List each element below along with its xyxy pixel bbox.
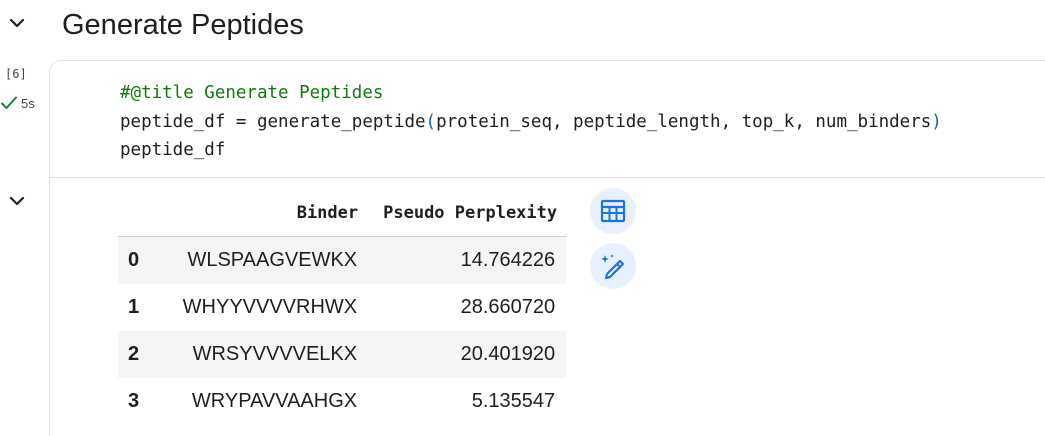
binder-cell: WHYYVVVVRHWX <box>182 296 358 318</box>
perplexity-cell: 28.660720 <box>460 296 556 318</box>
magic-pen-icon <box>601 254 625 280</box>
binder-cell: WLSPAAGVEWKX <box>159 236 369 284</box>
convert-to-interactive-table-button[interactable] <box>590 188 636 234</box>
perplexity-cell: 14.764226 <box>368 236 567 284</box>
perplexity-cell: 20.401920 <box>368 331 567 378</box>
chevron-down-icon <box>9 18 25 28</box>
code-line-call: peptide_df = generate_peptide(protein_se… <box>120 112 942 132</box>
code-paren-open: ( <box>425 111 437 132</box>
table-row: 1 WHYYVVVVRHWX 28.660720 <box>118 284 566 331</box>
column-header-binder: Binder <box>159 190 369 237</box>
perplexity-cell: 5.135547 <box>471 390 556 412</box>
section-collapse-toggle[interactable] <box>6 12 28 34</box>
code-paren-close: ) <box>931 111 942 132</box>
code-line-title: #@title Generate Peptides <box>120 83 384 103</box>
execution-count: [6] <box>5 67 27 81</box>
execution-time: 5s <box>21 95 35 111</box>
table-row: 3 WRYPAVVAAHGX 5.135547 <box>118 378 566 425</box>
row-index: 0 <box>118 236 160 284</box>
table-icon <box>600 199 626 223</box>
code-cell[interactable]: #@title Generate Peptides peptide_df = g… <box>49 60 1045 178</box>
row-index: 1 <box>128 296 140 318</box>
column-header-pseudo-perplexity: Pseudo Perplexity <box>368 190 567 237</box>
chevron-down-icon <box>9 196 25 206</box>
execution-status[interactable]: 5s <box>0 95 35 111</box>
code-line-output: peptide_df <box>120 140 226 160</box>
row-index: 2 <box>118 331 160 378</box>
table-row: 2 WRSYVVVVELKX 20.401920 <box>118 331 567 378</box>
output-collapse-toggle[interactable] <box>6 190 28 212</box>
dataframe-table: Binder Pseudo Perplexity 0 WLSPAAGVEWKX … <box>118 190 567 425</box>
code-call-args: protein_seq, peptide_length, top_k, num_… <box>436 111 932 132</box>
code-call-target: peptide_df = generate_peptide <box>120 111 426 132</box>
code-editor[interactable]: #@title Generate Peptides peptide_df = g… <box>120 79 942 165</box>
section-title: Generate Peptides <box>62 9 304 41</box>
row-index: 3 <box>128 390 140 412</box>
suggest-charts-button[interactable] <box>590 243 636 289</box>
binder-cell: WRSYVVVVELKX <box>159 331 369 378</box>
column-header-index <box>118 190 160 237</box>
check-icon <box>1 96 17 109</box>
table-row: 0 WLSPAAGVEWKX 14.764226 <box>118 236 567 284</box>
binder-cell: WRYPAVVAAHGX <box>191 390 358 412</box>
table-header-row: Binder Pseudo Perplexity <box>118 190 567 237</box>
